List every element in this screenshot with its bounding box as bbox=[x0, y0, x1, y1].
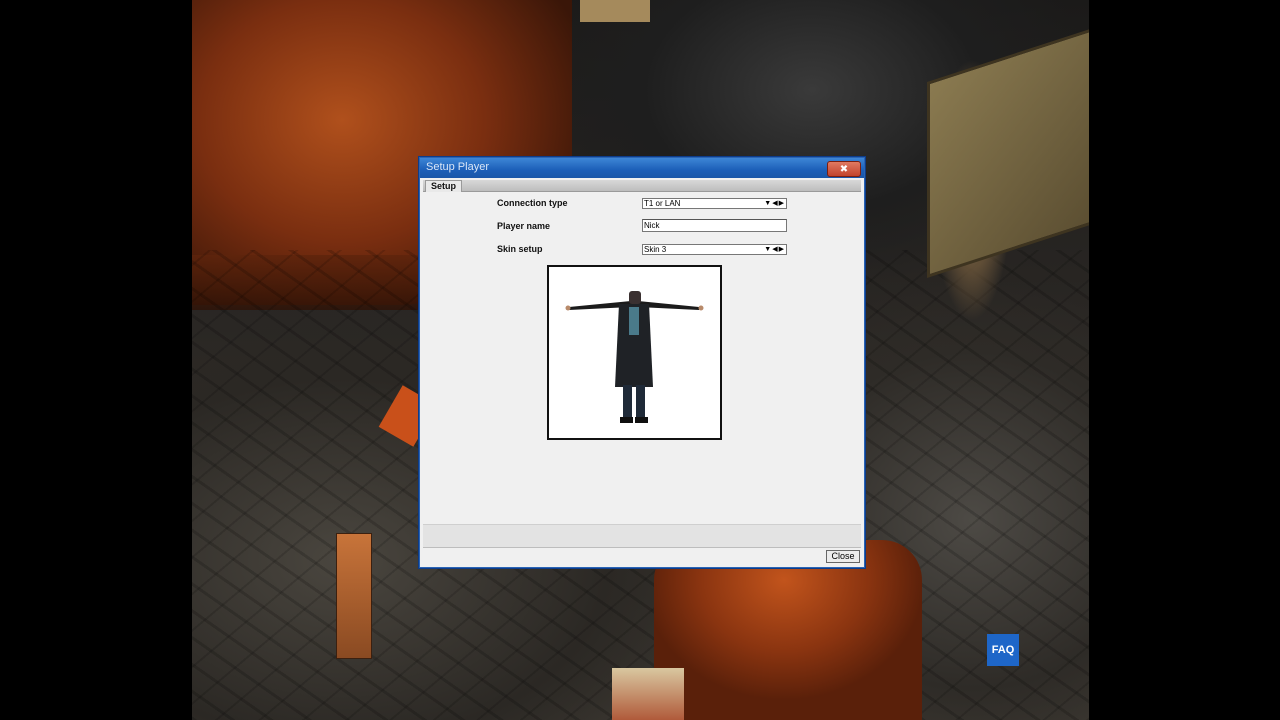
cereal-box bbox=[336, 533, 372, 659]
dialog-titlebar[interactable]: Setup Player ✖ bbox=[420, 158, 864, 178]
player-name-input[interactable]: Nick bbox=[642, 219, 787, 232]
connection-type-select[interactable]: T1 or LAN ▼◀▶ bbox=[642, 198, 787, 209]
player-name-label: Player name bbox=[497, 221, 551, 231]
skin-setup-label: Skin setup bbox=[497, 244, 543, 254]
skin-setup-value: Skin 3 bbox=[644, 245, 667, 254]
faq-badge: FAQ bbox=[987, 634, 1019, 666]
tab-strip: Setup bbox=[423, 180, 861, 192]
arrow-right-icon[interactable]: ▶ bbox=[779, 200, 785, 207]
player-model-icon bbox=[565, 291, 704, 423]
setup-player-dialog: Setup Player ✖ Setup Connection type T1 … bbox=[419, 157, 865, 568]
crate bbox=[580, 0, 650, 22]
arrow-right-icon[interactable]: ▶ bbox=[779, 246, 785, 253]
food-box bbox=[612, 668, 684, 720]
dialog-status-area bbox=[423, 524, 861, 548]
connection-type-label: Connection type bbox=[497, 198, 568, 208]
close-icon[interactable]: ✖ bbox=[827, 161, 861, 177]
close-button[interactable]: Close bbox=[826, 550, 860, 563]
skin-setup-select[interactable]: Skin 3 ▼◀▶ bbox=[642, 244, 787, 255]
tab-setup[interactable]: Setup bbox=[425, 180, 463, 192]
dialog-title: Setup Player bbox=[426, 161, 489, 173]
connection-type-value: T1 or LAN bbox=[644, 199, 681, 208]
skin-preview bbox=[547, 265, 722, 440]
